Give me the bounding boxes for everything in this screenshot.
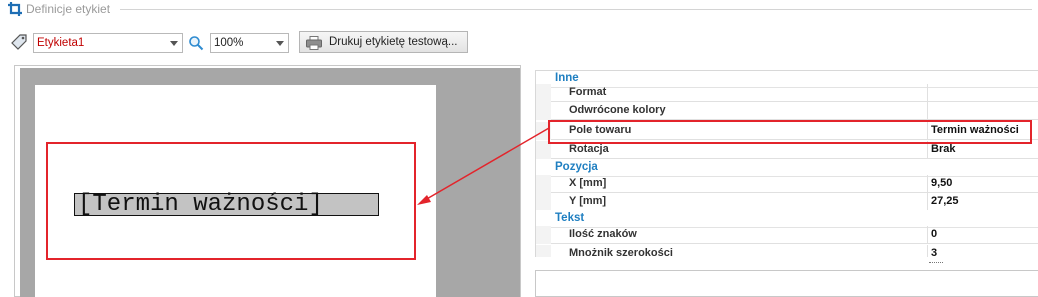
category-label: Inne bbox=[555, 72, 579, 84]
property-value[interactable]: 0 bbox=[931, 228, 937, 240]
property-name: Rotacja bbox=[569, 143, 609, 155]
print-test-label-button-label: Drukuj etykietę testową... bbox=[329, 36, 458, 48]
tag-icon bbox=[11, 34, 27, 50]
property-row-width-multiplier[interactable]: Mnożnik szerokości 3 bbox=[535, 245, 1038, 257]
property-row-inverted-colors[interactable]: Odwrócone kolory bbox=[535, 102, 1038, 120]
zoom-icon bbox=[188, 35, 204, 51]
property-row-y[interactable]: Y [mm] 27,25 bbox=[535, 193, 1038, 211]
zoom-select-value: 100% bbox=[214, 37, 244, 49]
property-row-char-count[interactable]: Ilość znaków 0 bbox=[535, 226, 1038, 244]
property-value[interactable]: Brak bbox=[931, 143, 955, 155]
label-select-value: Etykieta1 bbox=[37, 37, 85, 49]
property-name: Mnożnik szerokości bbox=[569, 247, 673, 257]
property-name: X [mm] bbox=[569, 177, 607, 189]
property-grid: Inne Format Odwrócone kolory Pole towaru… bbox=[535, 70, 1038, 257]
group-divider bbox=[120, 9, 1032, 10]
category-label: Pozycja bbox=[555, 161, 598, 173]
chevron-down-icon[interactable] bbox=[170, 41, 178, 46]
property-value[interactable]: 9,50 bbox=[931, 177, 952, 189]
property-description-panel bbox=[535, 270, 1038, 297]
property-row-format[interactable]: Format bbox=[535, 84, 1038, 102]
chevron-down-icon[interactable] bbox=[276, 41, 284, 46]
property-name: Ilość znaków bbox=[569, 228, 637, 240]
highlight-box-field bbox=[46, 142, 416, 260]
property-value[interactable]: 3 bbox=[931, 247, 937, 257]
print-test-label-button[interactable]: Drukuj etykietę testową... bbox=[299, 31, 468, 53]
zoom-select[interactable]: 100% bbox=[210, 33, 289, 53]
crop-icon bbox=[8, 2, 22, 16]
property-row-x[interactable]: X [mm] 9,50 bbox=[535, 175, 1038, 193]
group-title: Definicje etykiet bbox=[26, 2, 111, 16]
printer-icon bbox=[306, 36, 322, 50]
property-name: Odwrócone kolory bbox=[569, 104, 666, 116]
highlight-box-property bbox=[548, 120, 1032, 144]
category-label: Tekst bbox=[555, 212, 585, 224]
splitter-handle[interactable] bbox=[929, 262, 943, 265]
label-select[interactable]: Etykieta1 bbox=[33, 33, 183, 53]
property-name: Y [mm] bbox=[569, 195, 607, 207]
property-value[interactable]: 27,25 bbox=[931, 195, 959, 207]
property-name: Format bbox=[569, 86, 607, 98]
